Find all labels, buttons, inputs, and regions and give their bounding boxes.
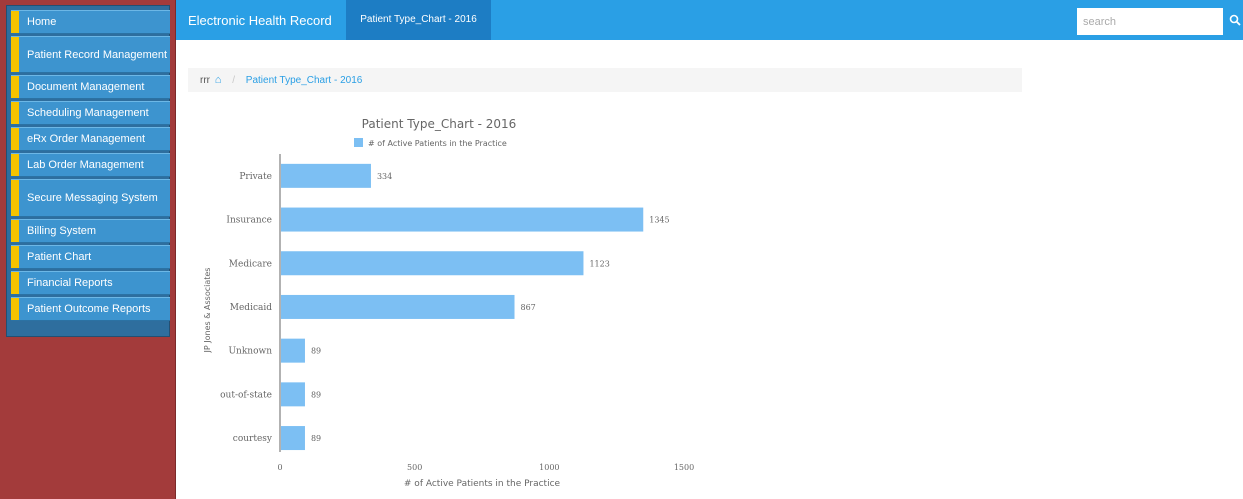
data-label: 867 [521, 303, 536, 312]
sidebar-nav: Home Patient Record Management Document … [6, 5, 170, 337]
sidebar-item-home[interactable]: Home [11, 10, 170, 34]
data-label: 334 [377, 172, 392, 181]
sidebar-item-label: Patient Record Management [27, 48, 168, 61]
patient-type-chart: Patient Type_Chart - 2016 # of Active Pa… [203, 117, 694, 489]
x-tick-label: 1500 [674, 463, 694, 472]
sidebar-item-scheduling-management[interactable]: Scheduling Management [11, 101, 170, 125]
sidebar-item-label: Document Management [27, 81, 145, 93]
y-tick-label: Insurance [226, 216, 272, 226]
sidebar-item-marker [11, 220, 19, 242]
sidebar-item-marker [11, 298, 19, 320]
sidebar: Home Patient Record Management Document … [0, 0, 176, 499]
sidebar-item-marker [11, 102, 19, 124]
sidebar-item-marker [11, 76, 19, 98]
sidebar-item-marker [11, 272, 19, 294]
sidebar-item-label: Lab Order Management [27, 159, 144, 171]
bar [281, 338, 305, 363]
top-navbar: Electronic Health Record Patient Type_Ch… [176, 0, 1243, 40]
sidebar-item-lab-order-management[interactable]: Lab Order Management [11, 153, 170, 177]
sidebar-item-financial-reports[interactable]: Financial Reports [11, 271, 170, 295]
sidebar-item-patient-chart[interactable]: Patient Chart [11, 245, 170, 269]
data-label: 89 [311, 390, 321, 399]
data-label: 1345 [649, 216, 669, 225]
bar [281, 251, 584, 276]
bar [281, 294, 515, 319]
sidebar-item-billing-system[interactable]: Billing System [11, 219, 170, 243]
chart-legend-label: # of Active Patients in the Practice [368, 139, 507, 148]
sidebar-item-erx-order-management[interactable]: eRx Order Management [11, 127, 170, 151]
data-label: 89 [311, 434, 321, 443]
data-label: 89 [311, 347, 321, 356]
sidebar-item-label: Scheduling Management [27, 107, 149, 119]
sidebar-item-label: Secure Messaging System [27, 192, 158, 204]
breadcrumb-separator: / [232, 75, 235, 86]
sidebar-item-marker [11, 180, 19, 216]
sidebar-item-marker [11, 37, 19, 72]
y-tick-label: Medicaid [230, 303, 272, 313]
data-label: 1123 [589, 259, 609, 268]
y-tick-label: out-of-state [220, 390, 272, 400]
app-title[interactable]: Electronic Health Record [188, 13, 332, 28]
tab-patient-type-chart[interactable]: Patient Type_Chart - 2016 [346, 0, 491, 40]
bar-series: Private 334 Insurance 1345 Medicare 1123 Medic… [220, 163, 670, 451]
sidebar-item-patient-record-management[interactable]: Patient Record Management [11, 36, 170, 73]
house-icon[interactable]: ⌂ [215, 74, 222, 86]
x-tick-label: 1000 [539, 463, 559, 472]
sidebar-item-label: eRx Order Management [27, 133, 145, 145]
legend-swatch [354, 138, 363, 147]
sidebar-item-marker [11, 128, 19, 150]
search-icon [1229, 14, 1241, 26]
sidebar-item-marker [11, 11, 19, 33]
search-input[interactable] [1077, 8, 1223, 35]
y-tick-label: Medicare [229, 259, 272, 269]
search-button[interactable] [1229, 9, 1243, 29]
bar [281, 207, 644, 232]
sidebar-item-marker [11, 246, 19, 268]
breadcrumb: rrr ⌂ / Patient Type_Chart - 2016 [188, 68, 1022, 92]
y-tick-label: Unknown [228, 347, 272, 357]
y-tick-label: Private [239, 172, 272, 182]
sidebar-item-label: Home [27, 16, 57, 28]
chart-title: Patient Type_Chart - 2016 [362, 117, 517, 131]
sidebar-item-label: Patient Outcome Reports [27, 303, 151, 315]
x-axis-label: # of Active Patients in the Practice [404, 479, 561, 489]
sidebar-item-patient-outcome-reports[interactable]: Patient Outcome Reports [11, 297, 170, 321]
sidebar-item-document-management[interactable]: Document Management [11, 75, 170, 99]
sidebar-item-label: Billing System [27, 225, 97, 237]
bar [281, 163, 371, 188]
breadcrumb-current: Patient Type_Chart - 2016 [245, 75, 363, 86]
bar [281, 426, 305, 451]
sidebar-item-marker [11, 154, 19, 176]
sidebar-item-secure-messaging-system[interactable]: Secure Messaging System [11, 179, 170, 217]
breadcrumb-home-link[interactable]: rrr [200, 75, 210, 86]
sidebar-item-label: Patient Chart [27, 251, 92, 263]
y-tick-label: courtesy [233, 434, 273, 444]
y-axis-label: JP Jones & Associates [203, 268, 212, 354]
x-tick-label: 500 [407, 463, 422, 472]
sidebar-item-label: Financial Reports [27, 277, 113, 289]
x-tick-label: 0 [277, 463, 282, 472]
bar [281, 382, 305, 407]
